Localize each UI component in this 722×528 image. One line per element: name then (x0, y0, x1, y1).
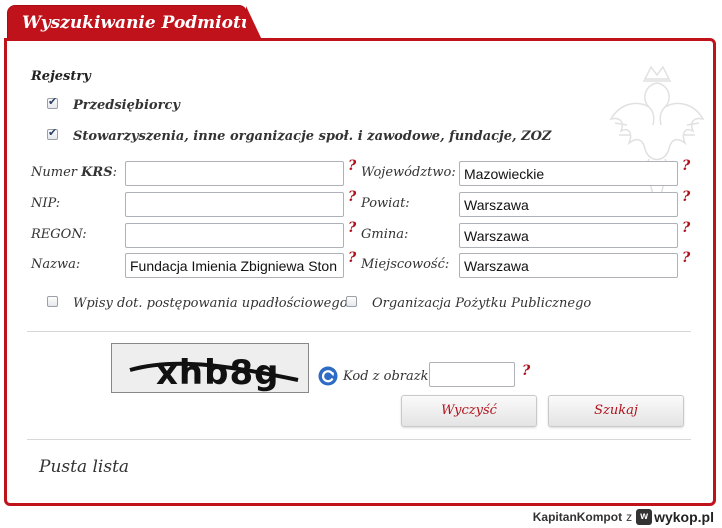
nip-input[interactable] (125, 192, 344, 217)
nip-help-button[interactable]: ? (348, 189, 356, 205)
wykop-logo: w wykop.pl (636, 509, 714, 525)
checkbox-przedsiebiorcy[interactable] (47, 95, 58, 109)
regon-input[interactable] (125, 223, 344, 248)
regon-label: REGON: (31, 227, 87, 242)
footer-sep: z (626, 510, 633, 524)
registries-title: Rejestry (31, 69, 91, 84)
checkbox-upadlosciowe[interactable] (47, 296, 58, 307)
clear-button[interactable]: Wyczyść (401, 395, 537, 427)
miejscowosc-input[interactable] (459, 253, 678, 278)
checkbox-przedsiebiorcy-label: Przedsiębiorcy (73, 98, 180, 113)
checkbox-stowarzyszenia-label: Stowarzyszenia, inne organizacje społ. i… (73, 129, 552, 144)
captcha-label: Kod z obrazka: (343, 369, 441, 384)
wykop-mark-icon: w (636, 509, 653, 525)
captcha-input[interactable] (429, 362, 515, 387)
powiat-input[interactable] (459, 192, 678, 217)
search-button[interactable]: Szukaj (548, 395, 684, 427)
miejscowosc-label: Miejscowość: (361, 257, 450, 272)
refresh-icon[interactable] (318, 366, 338, 386)
miejscowosc-help-button[interactable]: ? (682, 250, 690, 266)
header-tab: Wyszukiwanie Podmiotu (8, 6, 262, 40)
regon-help-button[interactable]: ? (348, 220, 356, 236)
nazwa-help-button[interactable]: ? (348, 250, 356, 266)
powiat-help-button[interactable]: ? (682, 189, 690, 205)
nazwa-input[interactable] (125, 253, 344, 278)
divider (27, 331, 691, 332)
footer-user: KapitanKompot (532, 510, 623, 524)
checkbox-opp[interactable] (346, 296, 357, 307)
empty-results-text: Pusta lista (39, 457, 130, 477)
krs-label: Numer KRS: (31, 165, 118, 180)
powiat-label: Powiat: (361, 196, 410, 211)
nazwa-label: Nazwa: (31, 257, 81, 272)
nip-label: NIP: (31, 196, 61, 211)
captcha-image: xhb8g (111, 343, 309, 393)
wojewodztwo-label: Województwo: (361, 165, 456, 180)
wojewodztwo-input[interactable] (459, 161, 678, 186)
captcha-help-button[interactable]: ? (522, 363, 530, 379)
wykop-site: wykop.pl (654, 509, 714, 525)
krs-input[interactable] (125, 161, 344, 186)
gmina-help-button[interactable]: ? (682, 220, 690, 236)
gmina-label: Gmina: (361, 227, 409, 242)
page-title: Wyszukiwanie Podmiotu (22, 13, 254, 33)
wojewodztwo-help-button[interactable]: ? (682, 158, 690, 174)
checkbox-stowarzyszenia[interactable] (47, 126, 58, 140)
checkbox-upadlosciowe-label: Wpisy dot. postępowania upadłościowego (73, 296, 348, 311)
krs-help-button[interactable]: ? (348, 158, 356, 174)
gmina-input[interactable] (459, 223, 678, 248)
checkbox-opp-label: Organizacja Pożytku Publicznego (372, 296, 592, 311)
footer-credit: KapitanKompot z w wykop.pl (533, 508, 714, 526)
search-panel: Rejestry Przedsiębiorcy Stowarzyszenia, … (4, 38, 716, 506)
results-divider (27, 439, 691, 440)
